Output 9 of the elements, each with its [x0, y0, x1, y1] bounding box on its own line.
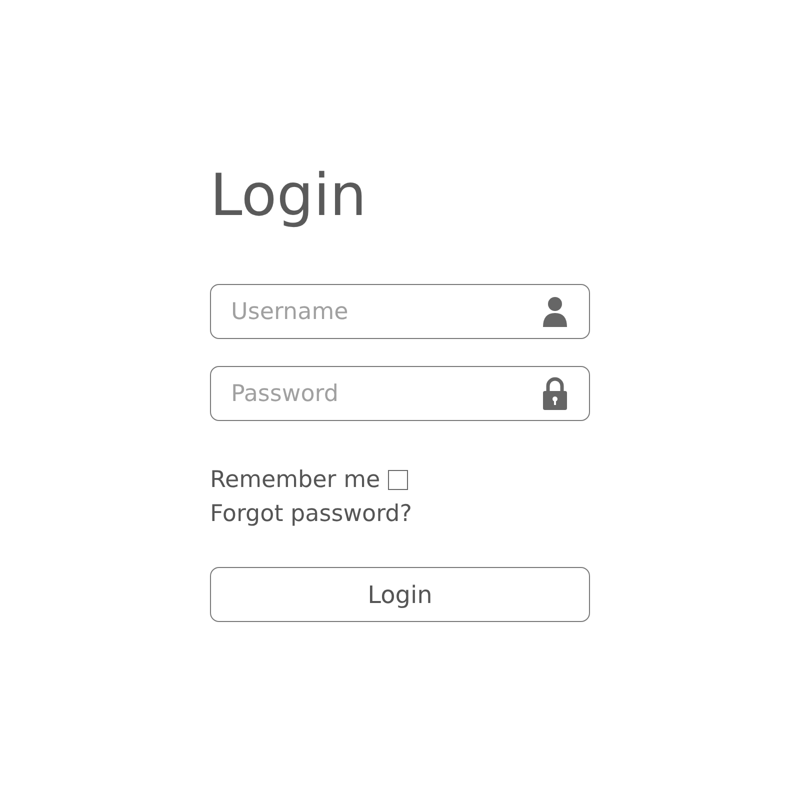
user-icon	[542, 296, 568, 328]
remember-label: Remember me	[210, 467, 380, 493]
password-field[interactable]: Password	[210, 366, 590, 421]
username-field[interactable]: Username	[210, 284, 590, 339]
lock-icon	[542, 376, 568, 410]
remember-checkbox[interactable]	[388, 470, 408, 490]
page-title: Login	[210, 160, 368, 230]
forgot-password-link[interactable]: Forgot password?	[210, 501, 800, 527]
login-button[interactable]: Login	[210, 567, 590, 622]
